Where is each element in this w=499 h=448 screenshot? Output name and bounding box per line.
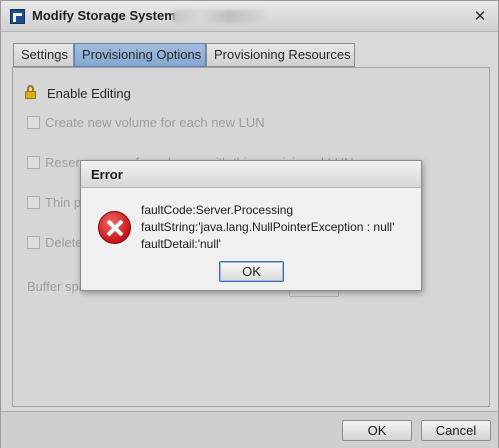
error-dialog: Error faultCode:Server.Processing faultS…: [80, 160, 422, 291]
error-dialog-title: Error: [91, 167, 123, 182]
fault-string-text: faultString:'java.lang.NullPointerExcept…: [141, 220, 395, 234]
modify-storage-system-window: Modify Storage System - ✕ Settings Provi…: [0, 0, 499, 448]
fault-code-text: faultCode:Server.Processing: [141, 203, 294, 217]
app-logo-icon: [10, 9, 25, 24]
dialog-footer: OK Cancel: [1, 411, 498, 448]
title-bar[interactable]: Modify Storage System - ✕: [1, 1, 498, 32]
error-icon: [98, 211, 131, 244]
error-dialog-title-bar[interactable]: Error: [81, 161, 421, 188]
close-icon[interactable]: ✕: [471, 8, 489, 26]
redacted-system-name: [173, 10, 265, 23]
fault-detail-text: faultDetail:'null': [141, 237, 221, 251]
ok-button[interactable]: OK: [342, 420, 412, 441]
cancel-button[interactable]: Cancel: [421, 420, 491, 441]
error-ok-button[interactable]: OK: [219, 261, 284, 282]
window-title: Modify Storage System -: [32, 8, 184, 23]
